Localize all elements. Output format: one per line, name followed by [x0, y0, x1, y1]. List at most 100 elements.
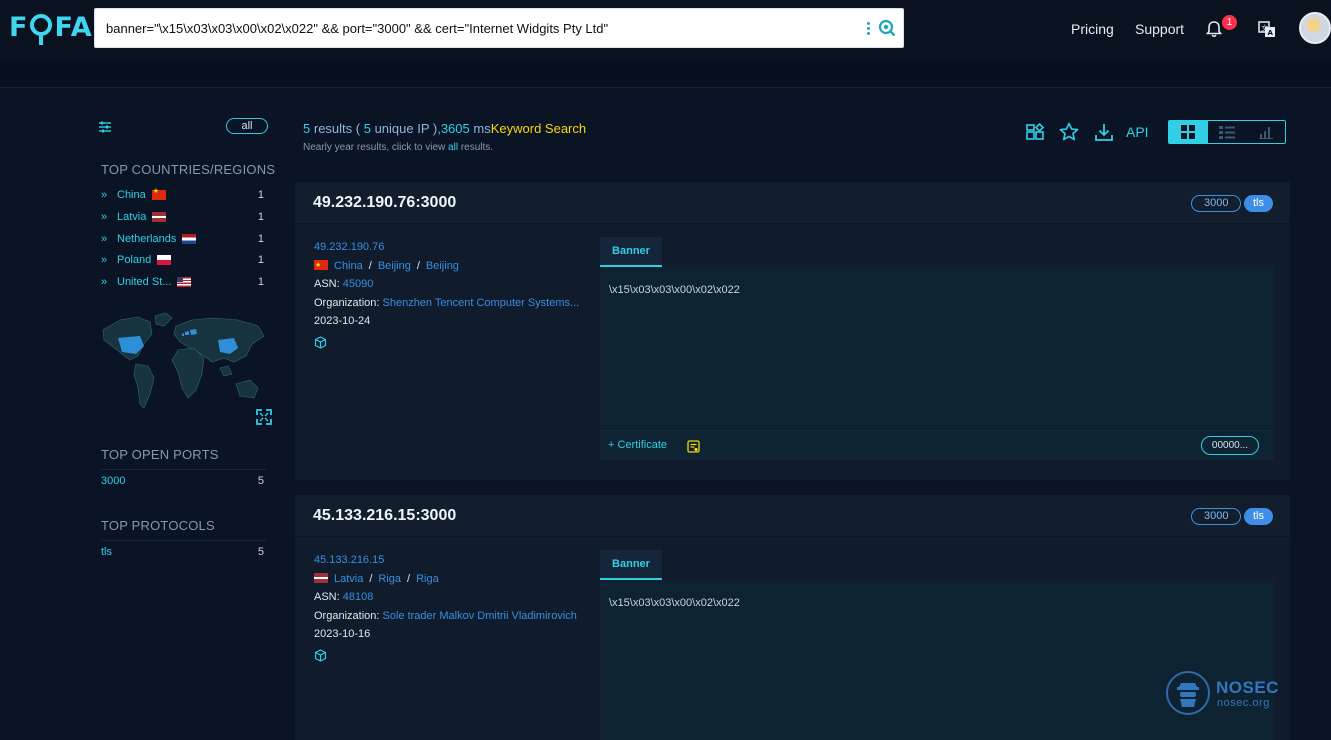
country-name: Netherlands	[117, 233, 177, 245]
filter-settings-icon[interactable]	[98, 120, 112, 134]
certificate-bar: + Certificate 00000...	[600, 430, 1274, 460]
detail-tabs: Banner	[600, 550, 1274, 580]
certificate-toggle[interactable]: + Certificate	[608, 439, 667, 451]
latvia-flag-icon	[152, 212, 167, 222]
search-icon[interactable]	[878, 19, 896, 37]
list-icon	[1219, 125, 1235, 139]
bar-chart-icon	[1258, 126, 1273, 139]
port-value: 3000	[101, 475, 126, 487]
more-options-icon[interactable]	[863, 21, 873, 37]
search-input[interactable]	[106, 9, 846, 47]
search-box	[94, 8, 904, 48]
port-tag[interactable]: 3000	[1191, 508, 1242, 525]
subtitle-prefix: Nearly year results, click to view	[303, 142, 446, 153]
nosec-watermark: NOSEC nosec.org	[1166, 671, 1286, 717]
keyword-search-label: Keyword Search	[490, 121, 587, 136]
organization-link[interactable]: Sole trader Malkov Dmitrii Vladimirovich	[383, 610, 577, 622]
star-icon[interactable]	[1059, 122, 1079, 142]
protocol-tag[interactable]: tls	[1244, 508, 1273, 525]
country-item-latvia[interactable]: » Latvia 1	[101, 208, 267, 226]
double-chevron-icon: »	[101, 211, 108, 223]
nav-pricing[interactable]: Pricing	[1071, 21, 1114, 37]
region-link[interactable]: Riga	[378, 573, 401, 585]
result-host[interactable]: 45.133.216.15:3000	[313, 507, 456, 525]
language-icon[interactable]: 文 A	[1257, 19, 1277, 39]
protocol-tag[interactable]: tls	[1244, 195, 1273, 212]
cube-icon[interactable]	[314, 336, 327, 349]
ip-link[interactable]: 49.232.190.76	[314, 241, 384, 253]
asn-link[interactable]: 48108	[343, 591, 374, 603]
certificate-serial[interactable]: 00000...	[1201, 436, 1259, 455]
netherlands-flag-icon	[182, 234, 197, 244]
user-avatar[interactable]	[1299, 12, 1331, 44]
protocols-title: TOP PROTOCOLS	[101, 518, 215, 533]
view-all-link[interactable]: all	[448, 142, 458, 153]
country-item-united-states[interactable]: » United St... 1	[101, 273, 267, 291]
bell-icon[interactable]	[1204, 19, 1224, 39]
fofa-logo[interactable]: F FA	[9, 10, 93, 45]
country-count: 1	[257, 189, 264, 201]
tab-banner[interactable]: Banner	[600, 237, 662, 267]
aggregate-icon[interactable]	[1025, 122, 1045, 142]
countries-title: TOP COUNTRIES/REGIONS	[101, 162, 276, 177]
api-button[interactable]: API	[1126, 124, 1149, 140]
certificate-icon[interactable]	[687, 440, 700, 453]
sub-navbar	[0, 62, 1331, 88]
protocol-item[interactable]: tls 5	[101, 546, 267, 558]
certificate-label: Certificate	[617, 439, 668, 451]
chart-view-button[interactable]	[1246, 121, 1285, 143]
asn-link[interactable]: 45090	[343, 278, 374, 290]
unique-ip-label: unique IP )	[374, 121, 438, 136]
poland-flag-icon	[157, 255, 172, 265]
grid-icon	[1181, 125, 1196, 139]
results-label: results (	[313, 121, 361, 136]
double-chevron-icon: »	[101, 254, 108, 266]
unique-ip-count: 5	[363, 121, 371, 136]
tab-banner[interactable]: Banner	[600, 550, 662, 580]
country-item-china[interactable]: » China 1	[101, 186, 267, 204]
list-view-button[interactable]	[1208, 121, 1247, 143]
double-chevron-icon: »	[101, 189, 108, 201]
grid-view-button[interactable]	[1169, 121, 1208, 143]
banner-text: \x15\x03\x03\x00\x02\x022	[609, 597, 740, 609]
city-link[interactable]: Beijing	[426, 260, 459, 272]
city-link[interactable]: Riga	[416, 573, 439, 585]
card-header: 45.133.216.15:3000 3000 tls	[295, 495, 1290, 537]
cube-icon[interactable]	[314, 649, 327, 662]
country-count: 1	[257, 276, 264, 288]
query-time: ,3605	[437, 121, 470, 136]
result-card: 49.232.190.76:3000 3000 tls 49.232.190.7…	[295, 182, 1290, 480]
logo-o-icon	[30, 14, 53, 45]
nav-support[interactable]: Support	[1135, 21, 1184, 37]
subtitle-suffix: results.	[460, 142, 494, 153]
country-name: United St...	[117, 276, 172, 288]
view-switch	[1168, 120, 1286, 144]
port-count: 5	[257, 475, 264, 487]
svg-text:A: A	[1268, 29, 1274, 37]
country-item-netherlands[interactable]: » Netherlands 1	[101, 230, 267, 248]
ip-link[interactable]: 45.133.216.15	[314, 554, 384, 566]
double-chevron-icon: »	[101, 233, 108, 245]
port-tag[interactable]: 3000	[1191, 195, 1242, 212]
country-count: 1	[257, 254, 264, 266]
country-link[interactable]: China	[334, 260, 363, 272]
nosec-name: NOSEC	[1216, 678, 1279, 697]
organization-link[interactable]: Shenzhen Tencent Computer Systems...	[383, 297, 580, 309]
world-map[interactable]	[100, 308, 268, 420]
divider	[101, 540, 266, 541]
country-name: Poland	[117, 254, 152, 266]
region-link[interactable]: Beijing	[378, 260, 411, 272]
port-item[interactable]: 3000 5	[101, 475, 267, 487]
latvia-flag-icon	[314, 572, 328, 583]
china-flag-icon	[151, 187, 166, 200]
update-date: 2023-10-24	[314, 315, 371, 328]
nosec-url: nosec.org	[1217, 697, 1270, 709]
country-item-poland[interactable]: » Poland 1	[101, 251, 267, 269]
result-host[interactable]: 49.232.190.76:3000	[313, 194, 456, 212]
divider	[101, 469, 266, 470]
all-filter-button[interactable]: all	[226, 118, 268, 134]
expand-icon[interactable]	[256, 409, 272, 425]
download-icon[interactable]	[1094, 122, 1114, 142]
country-link[interactable]: Latvia	[334, 573, 363, 585]
query-time-unit: ms	[473, 121, 491, 136]
